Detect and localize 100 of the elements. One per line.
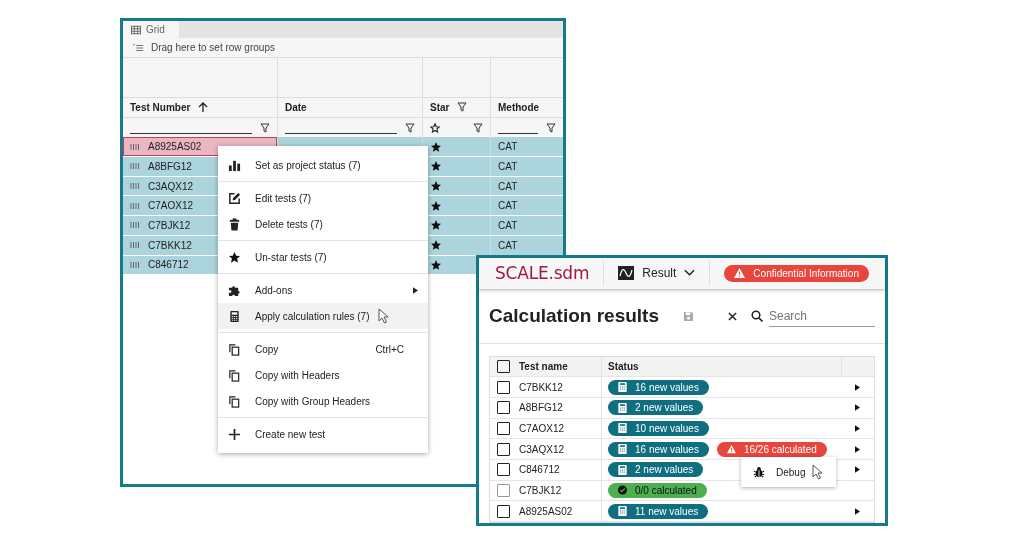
expand-arrow-icon[interactable] bbox=[855, 424, 860, 432]
star-icon[interactable] bbox=[430, 180, 442, 193]
test-name-cell: A8925AS02 bbox=[519, 505, 573, 517]
test-name-cell: C846712 bbox=[519, 464, 560, 476]
menu-item[interactable]: Apply calculation rules (7) bbox=[218, 303, 428, 329]
test-number-cell: C846712 bbox=[148, 259, 189, 271]
test-name-cell: A8BFG12 bbox=[519, 402, 563, 414]
column-header[interactable]: Methode bbox=[498, 101, 540, 113]
method-cell: CAT bbox=[498, 200, 518, 212]
trash-icon bbox=[228, 217, 241, 231]
test-number-cell: A8BFG12 bbox=[148, 160, 192, 172]
expand-arrow-icon[interactable] bbox=[855, 507, 860, 515]
filter-icon[interactable] bbox=[457, 102, 468, 113]
page-title: Calculation results bbox=[489, 305, 659, 328]
status-badge[interactable]: 11 new values bbox=[608, 503, 709, 519]
method-cell: CAT bbox=[498, 219, 518, 231]
star-outline-icon[interactable] bbox=[430, 122, 440, 133]
star-icon[interactable] bbox=[430, 239, 442, 252]
select-all-checkbox[interactable] bbox=[497, 359, 510, 373]
table-icon bbox=[131, 24, 141, 35]
bug-icon bbox=[753, 466, 765, 478]
menu-item[interactable]: Delete tests (7) bbox=[218, 211, 428, 237]
column-header[interactable]: Test Number bbox=[130, 101, 191, 113]
drag-handle-icon[interactable] bbox=[130, 242, 140, 249]
search-icon bbox=[751, 310, 763, 323]
copy-icon bbox=[228, 368, 241, 382]
copy-icon bbox=[228, 394, 241, 408]
debug-menu-item[interactable]: Debug bbox=[741, 457, 837, 487]
test-name-cell: C7AOX12 bbox=[519, 422, 565, 434]
column-header[interactable]: Star bbox=[430, 101, 450, 113]
test-number-cell: C3AQX12 bbox=[148, 180, 194, 192]
star-icon[interactable] bbox=[430, 199, 442, 212]
expand-arrow-icon[interactable] bbox=[855, 404, 860, 412]
menu-item[interactable]: Copy with Headers bbox=[218, 362, 428, 388]
drag-handle-icon[interactable] bbox=[130, 143, 140, 150]
group-bar-hint: Drag here to set row groups bbox=[151, 42, 275, 53]
calculator-icon bbox=[618, 382, 627, 393]
expand-arrow-icon[interactable] bbox=[855, 466, 860, 474]
menu-item[interactable]: Un-star tests (7) bbox=[218, 244, 428, 270]
list-icon bbox=[133, 42, 143, 53]
test-name-cell: C3AQX12 bbox=[519, 443, 565, 455]
method-cell: CAT bbox=[498, 239, 518, 251]
menu-item[interactable]: Add-ons bbox=[218, 277, 428, 303]
expand-arrow-icon[interactable] bbox=[855, 445, 860, 453]
filter-icon[interactable] bbox=[546, 122, 556, 133]
row-checkbox[interactable] bbox=[497, 401, 510, 415]
test-number-cell: C7BKK12 bbox=[148, 239, 192, 251]
calculator-icon bbox=[618, 506, 627, 517]
star-icon[interactable] bbox=[430, 258, 442, 271]
calculator-icon bbox=[618, 402, 627, 413]
filter-icon[interactable] bbox=[405, 122, 415, 133]
menu-item[interactable]: Create new test bbox=[218, 421, 428, 447]
grid-tab[interactable]: Grid bbox=[123, 21, 179, 38]
calculator-icon bbox=[618, 444, 627, 455]
edit-icon bbox=[228, 191, 241, 205]
status-badge[interactable]: 2 new values bbox=[608, 462, 704, 478]
status-badge[interactable]: 16/26 calculated bbox=[716, 441, 827, 457]
search-field[interactable]: Search bbox=[769, 305, 875, 327]
row-checkbox[interactable] bbox=[497, 380, 510, 394]
row-checkbox[interactable] bbox=[497, 504, 510, 518]
calculator-icon bbox=[618, 464, 627, 475]
star-icon[interactable] bbox=[430, 219, 442, 232]
test-number-cell: C7AOX12 bbox=[148, 200, 194, 212]
mouse-pointer-icon bbox=[812, 464, 825, 480]
drag-handle-icon[interactable] bbox=[130, 183, 140, 190]
close-icon[interactable] bbox=[728, 311, 737, 321]
status-badge[interactable]: 16 new values bbox=[608, 441, 709, 457]
menu-item[interactable]: Copy with Group Headers bbox=[218, 388, 428, 414]
drag-handle-icon[interactable] bbox=[130, 222, 140, 229]
puzzle-icon bbox=[228, 283, 241, 297]
row-checkbox[interactable] bbox=[497, 421, 510, 435]
star-icon[interactable] bbox=[430, 140, 442, 153]
test-name-cell: C7BJK12 bbox=[519, 484, 562, 496]
drag-handle-icon[interactable] bbox=[130, 202, 140, 209]
calculator-icon bbox=[228, 309, 241, 323]
check-circle-icon bbox=[618, 485, 627, 496]
status-badge[interactable]: 10 new values bbox=[608, 420, 709, 436]
mouse-pointer-icon bbox=[378, 308, 390, 324]
test-number-cell: C7BJK12 bbox=[148, 219, 191, 231]
menu-item[interactable]: Edit tests (7) bbox=[218, 185, 428, 211]
menu-item[interactable]: Set as project status (7) bbox=[218, 152, 428, 178]
app-logo[interactable]: SCALE.sdm bbox=[495, 263, 590, 284]
menu-item[interactable]: Copy Ctrl+C bbox=[218, 336, 428, 362]
star-icon[interactable] bbox=[430, 160, 442, 173]
bar-chart-icon bbox=[228, 158, 241, 172]
filter-icon[interactable] bbox=[260, 122, 270, 133]
status-badge[interactable]: 2 new values bbox=[608, 400, 704, 416]
warning-icon bbox=[726, 444, 736, 455]
column-header[interactable]: Date bbox=[285, 101, 307, 113]
expand-arrow-icon[interactable] bbox=[855, 383, 860, 391]
column-header: Status bbox=[608, 360, 639, 372]
status-badge[interactable]: 16 new values bbox=[608, 379, 709, 395]
confidential-banner: Confidential Information bbox=[724, 264, 869, 282]
row-checkbox[interactable] bbox=[497, 463, 510, 477]
drag-handle-icon[interactable] bbox=[130, 261, 140, 268]
warning-icon bbox=[734, 268, 746, 279]
drag-handle-icon[interactable] bbox=[130, 163, 140, 170]
result-menu[interactable]: Result bbox=[618, 266, 696, 281]
row-checkbox[interactable] bbox=[497, 442, 510, 456]
filter-icon[interactable] bbox=[473, 122, 483, 133]
